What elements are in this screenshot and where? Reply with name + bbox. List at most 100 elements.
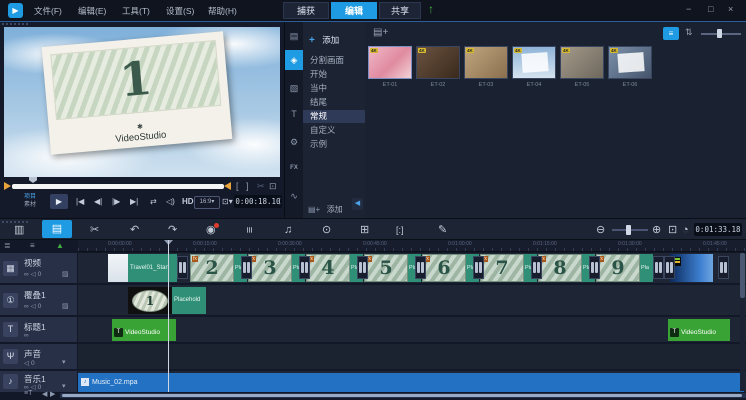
video-track[interactable]: Travel01_Start fx2 Pla fx3 Pla fx4 Pla f… — [78, 253, 746, 284]
scrubber-bar[interactable] — [12, 184, 224, 189]
title-clip-2[interactable]: TVideoStudio — [668, 319, 730, 341]
template-icon[interactable]: ◈ — [285, 50, 303, 70]
category-sample[interactable]: 示例 — [303, 138, 365, 151]
display-mode-icon[interactable]: ≡ — [30, 241, 35, 250]
category-ending[interactable]: 结尾 — [303, 96, 365, 109]
track-header-voice[interactable]: Ψ 声音 ◁0 ▾ — [0, 344, 77, 370]
scroll-right-icon[interactable]: ▶ — [50, 390, 55, 398]
transition-clip[interactable] — [415, 256, 426, 279]
menu-edit[interactable]: 编辑(E) — [78, 5, 106, 17]
trim-handle-left[interactable] — [4, 182, 11, 190]
overlay-track[interactable]: 1 Placehold — [78, 285, 746, 316]
multicam-editor-icon[interactable]: ⊞ — [360, 222, 369, 238]
track-sub-icons[interactable]: ◁0 — [24, 359, 37, 367]
track-header-video[interactable]: ▦ 视频 ∞◁0 ▨ — [0, 253, 77, 284]
transition-clip[interactable] — [718, 256, 729, 279]
scrubber-marker[interactable] — [29, 177, 37, 183]
template-thumb-4[interactable]: 4K — [512, 46, 556, 79]
timecode-stepper[interactable]: ▴▾ — [279, 195, 281, 207]
bottom-add-button[interactable]: ▤+ 添加 — [308, 199, 343, 217]
display-size-select[interactable]: ⊡▾ — [222, 197, 233, 206]
voice-track[interactable] — [78, 344, 746, 370]
timeline-ruler[interactable]: 0:00:00:00 0:00:15:00 0:00:30:00 0:00:45… — [78, 240, 746, 252]
track-manager-icon[interactable]: ≣ — [4, 241, 11, 250]
expand-icon[interactable]: ▾ — [62, 382, 66, 390]
home-button[interactable]: |◀ — [76, 197, 84, 206]
pattern-icon[interactable]: ▨ — [62, 270, 69, 278]
preview-timecode[interactable]: 0:00:18.10 ▴▾ — [234, 195, 282, 208]
tab-edit[interactable]: 编辑 — [331, 2, 377, 19]
template-thumb-2[interactable]: 4K — [416, 46, 460, 79]
transition-clip[interactable] — [531, 256, 542, 279]
music-clip[interactable]: ♪ Music_02.mpa — [78, 373, 744, 392]
video-clip-4[interactable]: fx4 — [306, 254, 350, 282]
transition-clip[interactable] — [357, 256, 368, 279]
video-clip-6[interactable]: fx6 — [422, 254, 466, 282]
add-category-button[interactable]: + 添加 — [309, 30, 339, 48]
restore-button[interactable]: □ — [708, 4, 713, 14]
zoom-out-icon[interactable]: ⊖ — [596, 222, 605, 238]
ending-clip[interactable] — [670, 254, 713, 282]
import-media-icon[interactable]: ▤+ — [373, 27, 388, 38]
mode-clip[interactable]: 素材 — [24, 201, 36, 209]
tab-capture[interactable]: 捕获 — [283, 2, 329, 19]
menu-settings[interactable]: 设置(S) — [166, 5, 194, 17]
transition-clip[interactable] — [664, 256, 675, 279]
tools-icon[interactable]: ✂ — [90, 222, 99, 238]
project-duration-icon[interactable]: ◔ — [682, 222, 689, 238]
expand-icon[interactable]: ▾ — [62, 358, 66, 366]
mark-in-icon[interactable]: [ — [236, 181, 239, 191]
graphic-icon[interactable]: ⚙ — [285, 132, 303, 152]
aspect-ratio-select[interactable]: 16:9▾ — [194, 196, 220, 209]
menu-tools[interactable]: 工具(T) — [122, 5, 150, 17]
sort-icon[interactable]: ⇅ — [685, 27, 693, 38]
video-clip-8[interactable]: fx8 — [538, 254, 582, 282]
transition-icon[interactable]: ▧ — [285, 78, 303, 98]
filter-fx-icon[interactable]: FX — [285, 158, 303, 178]
scroll-left-icon[interactable]: ◀ — [42, 390, 47, 398]
minimize-button[interactable]: − — [686, 4, 691, 14]
video-clip-7[interactable]: fx7 — [480, 254, 524, 282]
undo-icon[interactable]: ↶ — [130, 222, 139, 238]
track-sub-icons[interactable]: ∞◁0 — [24, 270, 43, 278]
upgrade-arrow-icon[interactable]: ↑ — [428, 2, 434, 16]
category-general[interactable]: 常规 — [303, 110, 365, 123]
trim-handle-right[interactable] — [224, 182, 231, 190]
pattern-icon[interactable]: ▨ — [62, 302, 69, 310]
title-icon[interactable]: T — [285, 104, 303, 124]
motion-path-icon[interactable]: ∿ — [285, 186, 303, 206]
step-forward-button[interactable]: |▶ — [112, 197, 120, 206]
transition-clip[interactable] — [473, 256, 484, 279]
category-middle[interactable]: 当中 — [303, 82, 365, 95]
mask-creator-icon[interactable]: ✎ — [438, 222, 447, 238]
end-button[interactable]: ▶| — [130, 197, 138, 206]
template-thumb-3[interactable]: 4K — [464, 46, 508, 79]
subtitle-editor-icon[interactable]: [:] — [396, 222, 404, 238]
template-thumb-5[interactable]: 4K — [560, 46, 604, 79]
mark-out-icon[interactable]: ] — [246, 181, 249, 191]
ripple-edit-icon[interactable]: ▲ — [56, 241, 64, 250]
zoom-in-icon[interactable]: ⊕ — [652, 222, 661, 238]
close-button[interactable]: × — [728, 4, 733, 14]
track-header-music[interactable]: ♪ 音乐1 ∞◁0 ▾ — [0, 371, 77, 393]
placeholder-clip[interactable]: Pla — [640, 254, 653, 282]
collapse-panel-button[interactable]: ◀ — [352, 198, 363, 210]
media-icon[interactable]: ▤ — [285, 26, 303, 46]
redo-icon[interactable]: ↷ — [168, 222, 177, 238]
video-clip-2[interactable]: fx2 — [190, 254, 234, 282]
volume-button[interactable]: ◁) — [166, 197, 175, 206]
template-thumb-6[interactable]: 4K — [608, 46, 652, 79]
track-header-title[interactable]: T 标题1 ∞ — [0, 317, 77, 343]
transition-clip[interactable] — [589, 256, 600, 279]
timeline-zoom-knob[interactable] — [626, 225, 631, 235]
track-header-overlay[interactable]: ① 覆叠1 ∞◁0 ▨ — [0, 285, 77, 316]
menu-file[interactable]: 文件(F) — [34, 5, 62, 17]
vertical-scrollbar[interactable] — [740, 253, 745, 391]
track-sub-icons[interactable]: ∞ — [24, 332, 31, 339]
list-view-toggle[interactable]: ≡ — [663, 27, 679, 40]
template-thumb-1[interactable]: 4K — [368, 46, 412, 79]
category-beginning[interactable]: 开始 — [303, 68, 365, 81]
timeline-timecode[interactable]: 0:01:33.18 — [694, 223, 742, 236]
overlay-placeholder-clip[interactable]: Placehold — [172, 287, 206, 314]
title-track[interactable]: TVideoStudio TVideoStudio — [78, 317, 746, 343]
